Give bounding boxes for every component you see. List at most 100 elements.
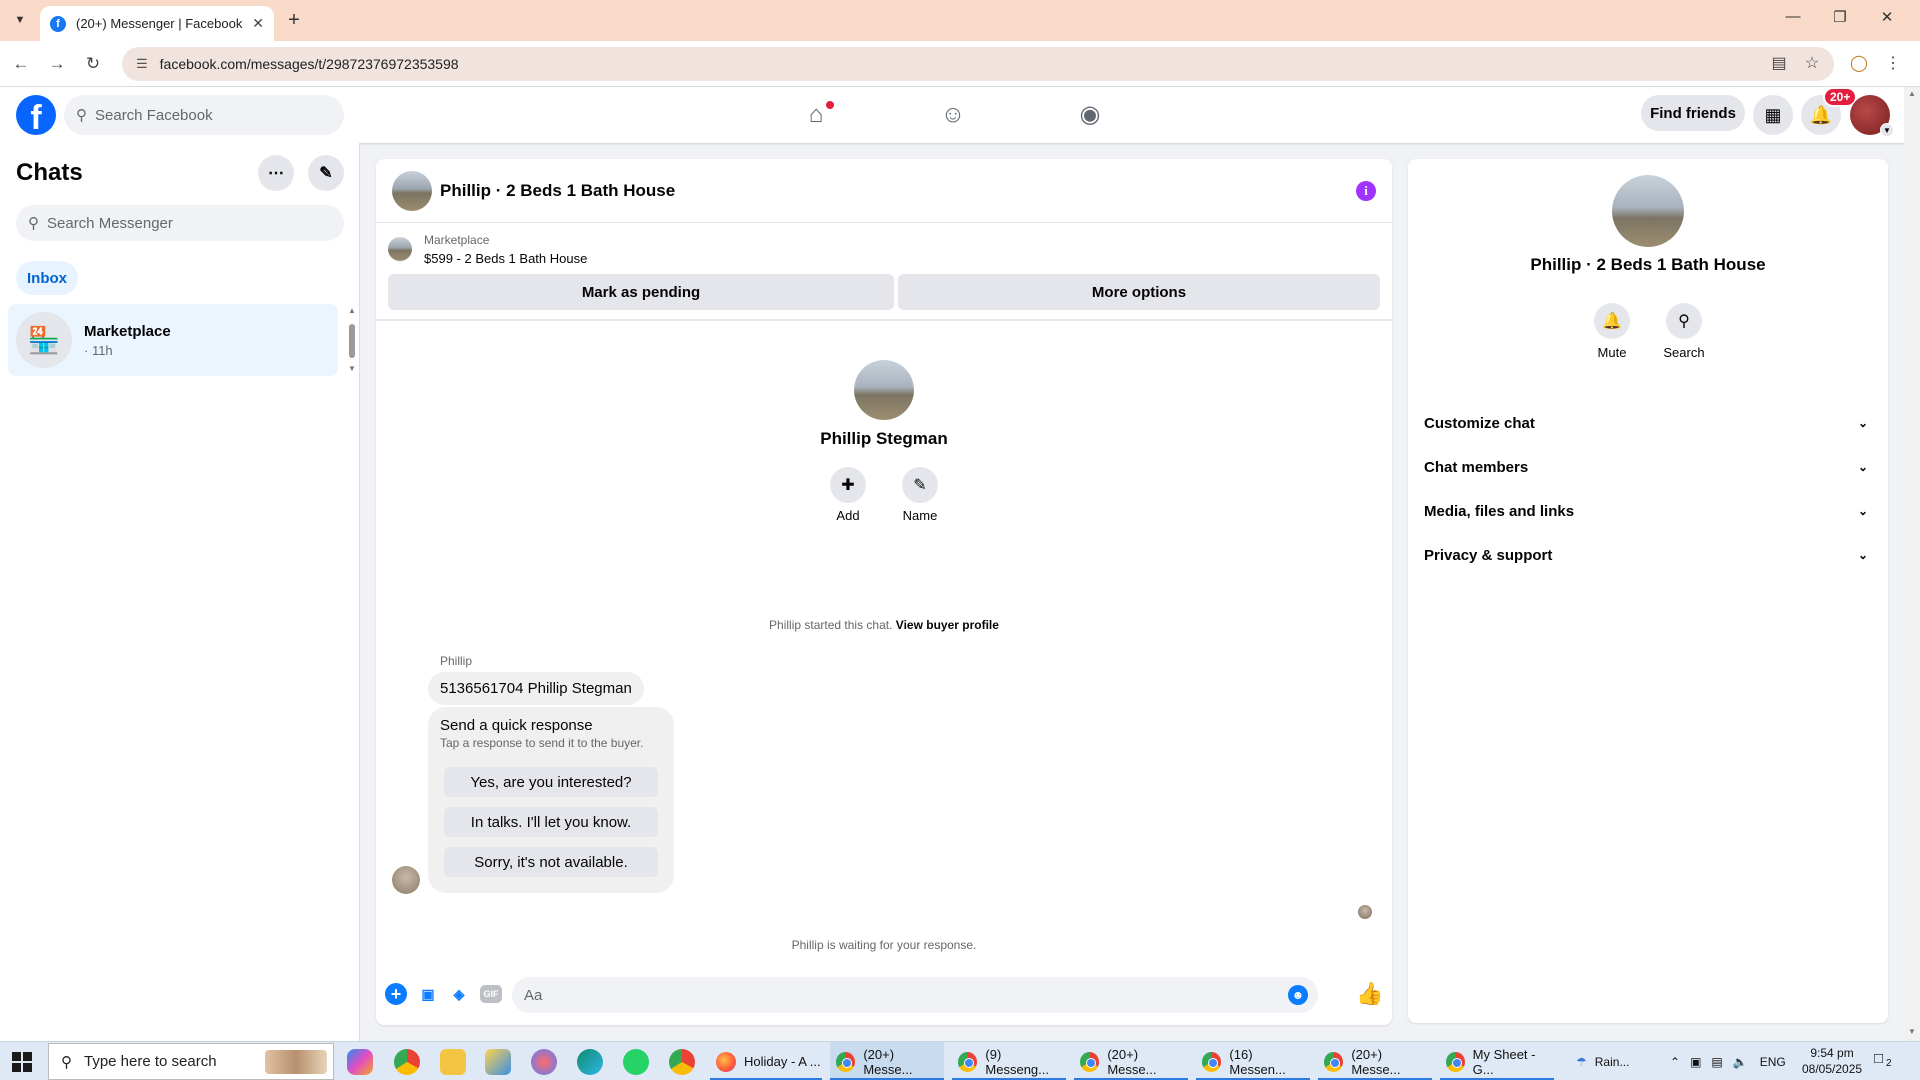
copilot-icon[interactable] [347,1049,373,1075]
conversation-avatar[interactable] [392,171,432,211]
taskbar-app-firefox[interactable]: Holiday - A ... [710,1042,822,1080]
taskbar-app-label: (20+) Messe... [1107,1046,1157,1077]
taskbar-app-chrome[interactable]: (16) Messen... [1196,1042,1310,1080]
address-bar[interactable]: ☰ facebook.com/messages/t/29872376972353… [122,47,1834,81]
chrome-icon [958,1051,978,1072]
more-options-button[interactable]: More options [898,274,1380,310]
bookmark-star-icon[interactable]: ☆ [1799,51,1825,77]
find-friends-button[interactable]: Find friends [1641,95,1745,131]
scroll-up-arrow-icon[interactable]: ▲ [1904,89,1920,98]
minimize-icon[interactable]: — [1778,8,1808,25]
meet-now-icon[interactable]: ▣ [1690,1055,1701,1069]
customize-chat-section[interactable]: Customize chat ⌄ [1416,401,1880,445]
menu-grid-icon[interactable]: ▦ [1753,95,1793,135]
mark-as-pending-button[interactable]: Mark as pending [388,274,894,310]
whatsapp-icon[interactable] [623,1049,649,1075]
site-settings-icon[interactable]: ☰ [136,56,148,72]
scroll-down-arrow-icon[interactable]: ▼ [1904,1027,1920,1036]
back-icon[interactable]: ← [8,51,34,77]
new-tab-icon[interactable]: + [282,8,306,32]
thumbs-up-icon[interactable]: 👍 [1356,981,1383,1007]
taskbar-app-chrome[interactable]: (20+) Messe... [1318,1042,1432,1080]
edge-icon[interactable] [577,1049,603,1075]
new-message-icon[interactable]: ✎ [308,155,344,191]
browser-tab-active[interactable]: f (20+) Messenger | Facebook ✕ [40,6,274,41]
inbox-filter-tab[interactable]: Inbox [16,261,78,295]
weather-widget[interactable]: ☂ Rain... [1576,1042,1629,1080]
language-indicator[interactable]: ENG [1760,1055,1786,1069]
notifications-bell-icon[interactable]: 🔔 20+ [1801,87,1858,135]
show-hidden-icons-icon[interactable]: ⌃ [1670,1055,1680,1069]
media-files-links-section[interactable]: Media, files and links ⌄ [1416,489,1880,533]
chrome-icon [1446,1051,1465,1072]
listing-price-title[interactable]: $599 - 2 Beds 1 Bath House [424,251,587,266]
edit-name-button[interactable]: ✎ Name [890,467,950,523]
plus-circle-icon[interactable]: + [385,983,407,1005]
facebook-search-input[interactable]: ⚲ Search Facebook [64,95,344,135]
listing-thumbnail[interactable] [388,237,412,261]
windows-start-icon[interactable] [12,1052,32,1072]
system-tray: ⌃ ▣ ▤ 🔈 ENG [1670,1042,1786,1080]
privacy-support-section[interactable]: Privacy & support ⌄ [1416,533,1880,577]
power-automate-icon[interactable] [485,1049,511,1075]
restore-icon[interactable]: ❐ [1825,8,1855,26]
notification-center-icon[interactable]: □ 2 [1874,1050,1892,1069]
page-scrollbar[interactable]: ▲ ▼ [1904,87,1920,1041]
message-bubble[interactable]: 5136561704 Phillip Stegman [428,672,644,705]
details-avatar[interactable] [1612,175,1684,247]
taskbar-app-chrome[interactable]: (20+) Messe... [830,1042,944,1080]
home-icon[interactable]: ⌂ [796,95,836,135]
close-window-icon[interactable]: ✕ [1872,8,1902,26]
network-icon[interactable]: ▤ [1711,1055,1722,1069]
snipping-tool-icon[interactable] [531,1049,557,1075]
photo-gallery-icon[interactable]: ▣ [417,983,439,1005]
taskbar-search-input[interactable]: ⚲ Type here to search [48,1043,334,1080]
quick-response-button[interactable]: Yes, are you interested? [444,767,658,797]
chrome-profile-icon[interactable] [669,1049,695,1075]
install-app-icon[interactable]: ▤ [1766,51,1792,77]
taskbar-clock[interactable]: 9:54 pm 08/05/2025 [1802,1045,1862,1077]
scrollbar-thumb[interactable] [349,324,355,358]
scroll-down-arrow-icon[interactable]: ▼ [346,364,358,373]
account-avatar[interactable]: ▼ [1850,95,1894,137]
profile-icon[interactable]: ◯ [1846,51,1872,77]
groups-icon[interactable]: ◉ [1070,95,1110,135]
tab-search-chevron-icon[interactable]: ▼ [8,8,32,32]
conversation-title[interactable]: Phillip · 2 Beds 1 Bath House [440,181,675,201]
facebook-logo-icon[interactable]: f [16,95,56,135]
chat-list-item[interactable]: 🏪 Marketplace · 11h [8,304,338,376]
more-options-icon[interactable]: ⋯ [258,155,294,191]
search-in-chat-button[interactable]: ⚲ Search [1654,303,1714,360]
taskbar-app-chrome[interactable]: (20+) Messe... [1074,1042,1188,1080]
messenger-search-input[interactable]: ⚲ Search Messenger [16,205,344,241]
forward-icon[interactable]: → [44,51,70,77]
quick-response-button[interactable]: Sorry, it's not available. [444,847,658,877]
sender-avatar[interactable] [392,866,420,894]
bell-icon: 🔔 [1594,303,1630,339]
tab-close-icon[interactable]: ✕ [252,15,264,32]
windows-taskbar: ⚲ Type here to search Holiday - A ... (2… [0,1041,1920,1080]
friends-icon[interactable]: ☺ [933,95,973,135]
taskbar-app-chrome[interactable]: My Sheet - G... [1440,1042,1554,1080]
mute-button[interactable]: 🔔 Mute [1582,303,1642,360]
add-person-button[interactable]: ✚ Add [818,467,878,523]
reload-icon[interactable]: ↻ [80,51,106,77]
chat-members-section[interactable]: Chat members ⌄ [1416,445,1880,489]
quick-response-button[interactable]: In talks. I'll let you know. [444,807,658,837]
chrome-icon[interactable] [394,1049,420,1075]
info-icon[interactable]: i [1356,181,1376,201]
volume-icon[interactable]: 🔈 [1733,1055,1748,1069]
gif-icon[interactable]: GIF [480,985,502,1003]
scroll-up-arrow-icon[interactable]: ▲ [346,306,358,315]
browser-menu-icon[interactable]: ⋮ [1880,51,1906,77]
taskbar-app-chrome[interactable]: (9) Messeng... [952,1042,1066,1080]
facebook-search-placeholder: Search Facebook [95,106,213,124]
buyer-profile-avatar[interactable] [854,360,914,420]
file-explorer-icon[interactable] [440,1049,466,1075]
sticker-icon[interactable]: ◈ [448,983,470,1005]
emoji-icon[interactable]: ☻ [1288,985,1308,1005]
view-buyer-profile-link[interactable]: View buyer profile [896,618,999,632]
chat-list-scrollbar[interactable]: ▲ ▼ [346,306,358,376]
url-text: facebook.com/messages/t/2987237697235359… [159,56,459,72]
message-input[interactable]: Aa ☻ [512,977,1318,1013]
